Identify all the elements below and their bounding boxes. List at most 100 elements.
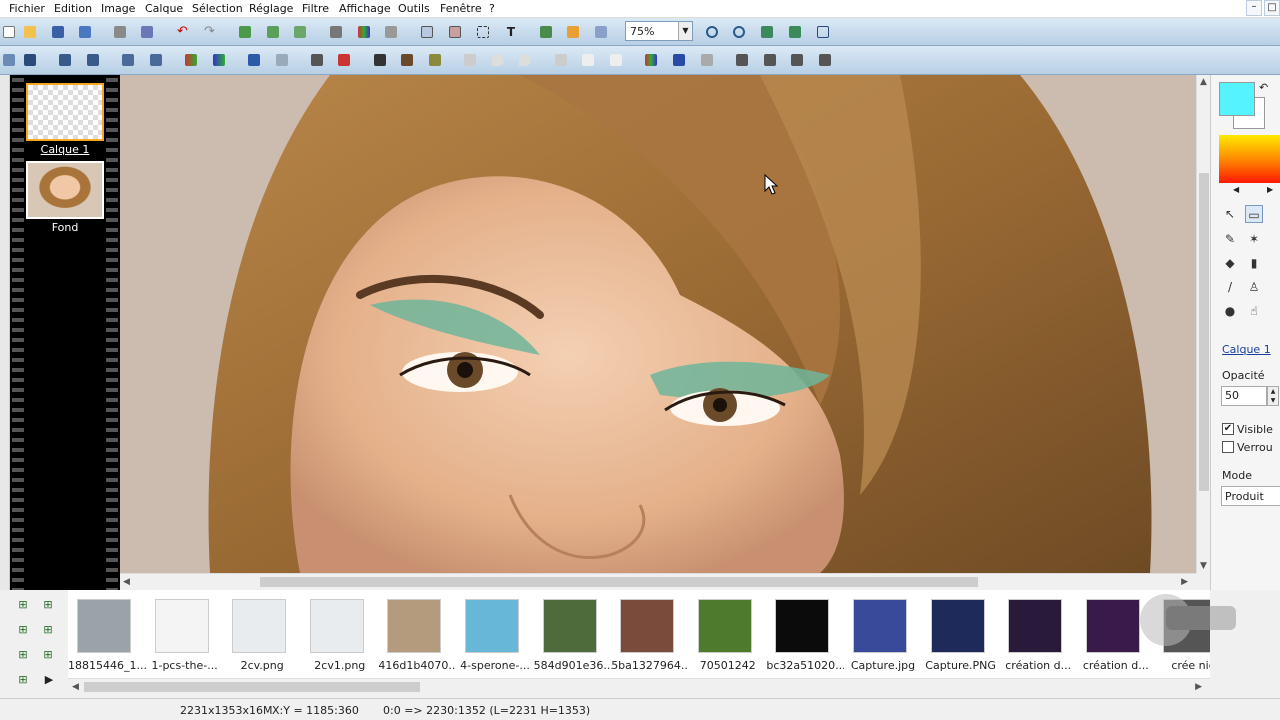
layer-label-fond[interactable]: Fond [10, 221, 120, 234]
zoom-select[interactable]: 75% ▼ [625, 21, 693, 41]
contrast-plus-icon[interactable] [147, 51, 165, 69]
menu-affichage[interactable]: Affichage [339, 2, 391, 15]
fill-tool-icon[interactable]: ◆ [1221, 254, 1239, 272]
minimize-button[interactable]: – [1246, 0, 1262, 16]
menu-help[interactable]: ? [489, 2, 495, 15]
edge-icon[interactable] [607, 51, 625, 69]
levels-icon[interactable] [245, 51, 263, 69]
sepia-icon[interactable] [398, 51, 416, 69]
filter-icon[interactable] [698, 51, 716, 69]
file-thumbnail[interactable]: création d... [999, 596, 1077, 680]
folder-tree-icon[interactable]: ⊞ [15, 598, 31, 612]
file-thumbnail[interactable]: 4-sperone-... [456, 596, 534, 680]
scroll-left-icon[interactable]: ◀ [123, 577, 130, 587]
mirror-icon[interactable] [733, 51, 751, 69]
browser-scroll-left-icon[interactable]: ◀ [72, 682, 79, 692]
color-balance-icon[interactable] [182, 51, 200, 69]
file-thumbnail[interactable]: 18815446_1... [68, 596, 146, 680]
color-palette[interactable] [1219, 135, 1280, 183]
file-thumbnail[interactable]: 1-pcs-the-... [146, 596, 224, 680]
crop-tool-icon[interactable] [382, 23, 400, 41]
layer-thumbnail-fond[interactable] [26, 161, 104, 219]
flip-icon[interactable] [446, 23, 464, 41]
menu-fenetre[interactable]: Fenêtre [440, 2, 482, 15]
canvas-vertical-scrollbar[interactable]: ▲ ▼ [1196, 75, 1210, 573]
palette-icon[interactable] [670, 51, 688, 69]
fit-window-icon[interactable] [758, 23, 776, 41]
menu-fichier[interactable]: Fichier [9, 2, 45, 15]
blend-mode-select[interactable]: Produit [1221, 486, 1280, 506]
resize-icon[interactable] [816, 51, 834, 69]
rotate-left-icon[interactable] [21, 51, 39, 69]
folder-up-icon[interactable]: ⊞ [15, 623, 31, 637]
select-rect-icon[interactable] [474, 23, 492, 41]
scroll-down-icon[interactable]: ▼ [1200, 561, 1207, 571]
file-thumbnail[interactable]: Capture.jpg [844, 596, 922, 680]
effects-icon[interactable] [564, 23, 582, 41]
visible-checkbox[interactable]: ✔ [1222, 423, 1234, 435]
selection-tool-icon[interactable]: ▭ [1245, 205, 1263, 223]
pointer-tool-icon[interactable]: ↖ [1221, 205, 1239, 223]
layer-label-calque1[interactable]: Calque 1 [10, 143, 120, 156]
smudge-tool-icon[interactable]: ☝ [1245, 302, 1263, 320]
print-icon[interactable] [111, 23, 129, 41]
palette-prev-icon[interactable]: ◀ [1233, 185, 1239, 194]
drop-icon[interactable] [489, 51, 507, 69]
menu-selection[interactable]: Sélection [192, 2, 243, 15]
move-icon[interactable] [0, 51, 18, 69]
save-icon[interactable] [49, 23, 67, 41]
opacity-stepper[interactable]: ▲ ▼ [1267, 386, 1279, 406]
new-file-icon[interactable] [0, 23, 18, 41]
scroll-up-icon[interactable]: ▲ [1200, 77, 1207, 87]
palette-next-icon[interactable]: ▶ [1267, 185, 1273, 194]
file-thumbnail[interactable]: 2cv1.png [301, 596, 379, 680]
file-thumbnail[interactable]: 2cv.png [223, 596, 301, 680]
folder-move-icon[interactable]: ⊞ [40, 648, 56, 662]
auto-contrast-icon[interactable] [335, 51, 353, 69]
save-as-icon[interactable] [76, 23, 94, 41]
sharpen-icon[interactable] [516, 51, 534, 69]
menu-reglage[interactable]: Réglage [249, 2, 293, 15]
foreground-color-swatch[interactable] [1219, 82, 1255, 116]
screen-icon[interactable] [592, 23, 610, 41]
noise-icon[interactable] [552, 51, 570, 69]
emboss-icon[interactable] [579, 51, 597, 69]
swap-colors-icon[interactable]: ↶ [1259, 81, 1268, 94]
magic-wand-tool-icon[interactable]: ✶ [1245, 230, 1263, 248]
brightness-minus-icon[interactable] [56, 51, 74, 69]
file-thumbnail[interactable]: 416d1b4070... [378, 596, 456, 680]
canvas-horizontal-scrollbar[interactable]: ◀ ▶ [120, 573, 1196, 590]
frame-icon[interactable] [327, 23, 345, 41]
auto-level-icon[interactable] [308, 51, 326, 69]
clone-tool-icon[interactable]: ♙ [1245, 278, 1263, 296]
maximize-button[interactable]: □ [1264, 0, 1280, 16]
chevron-down-icon[interactable]: ▼ [678, 22, 692, 40]
color-icon[interactable] [642, 51, 660, 69]
browser-scroll-right-icon[interactable]: ▶ [1195, 682, 1202, 692]
brightness-plus-icon[interactable] [84, 51, 102, 69]
grayscale-icon[interactable] [371, 51, 389, 69]
folder-settings-icon[interactable]: ⊞ [15, 673, 31, 687]
opacity-field[interactable]: 50 [1221, 386, 1267, 406]
open-folder-icon[interactable] [21, 23, 39, 41]
curves-icon[interactable] [273, 51, 291, 69]
copy-icon[interactable] [264, 23, 282, 41]
layers-icon[interactable] [537, 23, 555, 41]
fullscreen-icon[interactable] [814, 23, 832, 41]
menu-image[interactable]: Image [101, 2, 135, 15]
layer-thumbnail-calque1[interactable] [26, 83, 104, 141]
folder-add-icon[interactable]: ⊞ [40, 598, 56, 612]
vertical-scroll-thumb[interactable] [1199, 173, 1209, 491]
menu-calque[interactable]: Calque [145, 2, 183, 15]
drop-tool-icon[interactable]: ● [1221, 302, 1239, 320]
zoom-in-icon[interactable] [703, 23, 721, 41]
spray-tool-icon[interactable]: ▮ [1245, 254, 1263, 272]
menu-filtre[interactable]: Filtre [302, 2, 329, 15]
lock-checkbox[interactable] [1222, 441, 1234, 453]
rotate-90-icon[interactable] [788, 51, 806, 69]
browser-horizontal-scrollbar[interactable]: ◀ ▶ [68, 678, 1210, 695]
negative-icon[interactable] [426, 51, 444, 69]
file-thumbnail[interactable]: bc32a51020... [766, 596, 844, 680]
contrast-minus-icon[interactable] [119, 51, 137, 69]
eyedropper-tool-icon[interactable]: ✎ [1221, 230, 1239, 248]
